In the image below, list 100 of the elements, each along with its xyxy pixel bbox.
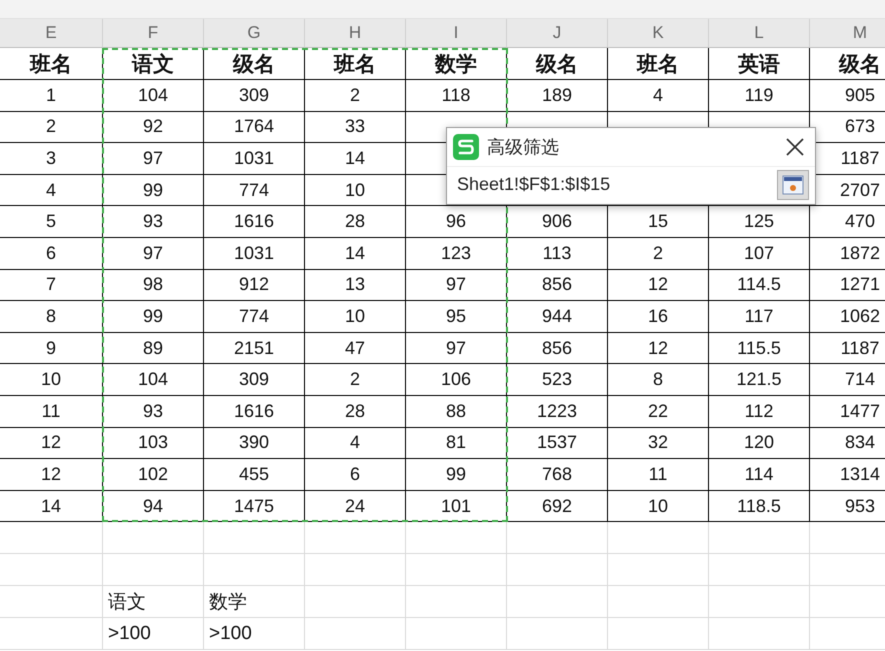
table-cell: 10 xyxy=(0,364,103,396)
table-cell: 470 xyxy=(810,206,885,238)
table-cell: 102 xyxy=(103,459,204,491)
table-cell: 1 xyxy=(0,80,103,112)
table-cell: 1031 xyxy=(204,143,305,175)
table-cell: 12 xyxy=(0,428,103,460)
table-cell: 944 xyxy=(507,301,608,333)
table-cell: 103 xyxy=(103,428,204,460)
table-cell: 89 xyxy=(103,332,204,364)
table-cell: 774 xyxy=(204,174,305,206)
table-cell: 11 xyxy=(0,396,103,428)
table-cell: 692 xyxy=(507,490,608,522)
column-header[interactable]: L xyxy=(709,19,810,48)
header-cell: 英语 xyxy=(709,48,810,80)
table-cell: 7 xyxy=(0,270,103,302)
table-cell: 22 xyxy=(608,396,709,428)
table-cell: 455 xyxy=(204,459,305,491)
range-picker-button[interactable] xyxy=(777,170,809,200)
app-logo-icon xyxy=(453,134,479,160)
header-cell: 级名 xyxy=(507,48,608,80)
header-cell: 班名 xyxy=(305,48,406,80)
table-cell: 1477 xyxy=(810,396,885,428)
header-cell: 级名 xyxy=(810,48,885,80)
table-cell: 2 xyxy=(608,238,709,270)
table-cell: 123 xyxy=(406,238,507,270)
table-cell: 12 xyxy=(608,270,709,302)
table-cell: 1187 xyxy=(810,332,885,364)
column-header[interactable]: I xyxy=(406,19,507,48)
table-cell: 81 xyxy=(406,428,507,460)
column-header[interactable]: K xyxy=(608,19,709,48)
column-header[interactable]: H xyxy=(305,19,406,48)
table-cell: 15 xyxy=(608,206,709,238)
table-cell: 1314 xyxy=(810,459,885,491)
table-cell: 3 xyxy=(0,143,103,175)
table-cell: 118 xyxy=(406,80,507,112)
table-cell: 2 xyxy=(0,112,103,144)
table-cell: 117 xyxy=(709,301,810,333)
table-cell: 99 xyxy=(406,459,507,491)
table-cell: 8 xyxy=(0,301,103,333)
table-cell: 101 xyxy=(406,490,507,522)
table-cell: 714 xyxy=(810,364,885,396)
table-cell: 10 xyxy=(305,174,406,206)
table-cell: 5 xyxy=(0,206,103,238)
table-cell: 1223 xyxy=(507,396,608,428)
table-cell: 309 xyxy=(204,80,305,112)
table-cell: 28 xyxy=(305,206,406,238)
range-field[interactable]: Sheet1!$F$1:$I$15 xyxy=(451,174,777,195)
table-cell: 10 xyxy=(608,490,709,522)
table-cell: 390 xyxy=(204,428,305,460)
column-header[interactable]: G xyxy=(204,19,305,48)
table-cell: 97 xyxy=(406,332,507,364)
header-cell: 班名 xyxy=(0,48,103,80)
table-cell: 14 xyxy=(0,490,103,522)
table-cell: 97 xyxy=(406,270,507,302)
table-cell: 95 xyxy=(406,301,507,333)
table-cell: 13 xyxy=(305,270,406,302)
table-cell: 309 xyxy=(204,364,305,396)
table-cell: 1062 xyxy=(810,301,885,333)
table-cell: 96 xyxy=(406,206,507,238)
table-cell: 906 xyxy=(507,206,608,238)
table-cell: >100 xyxy=(204,618,305,650)
table-cell: 12 xyxy=(608,332,709,364)
table-cell: 33 xyxy=(305,112,406,144)
table-cell: 47 xyxy=(305,332,406,364)
table-cell: 88 xyxy=(406,396,507,428)
table-cell: 97 xyxy=(103,238,204,270)
table-cell: 114.5 xyxy=(709,270,810,302)
header-cell: 数学 xyxy=(406,48,507,80)
table-cell: 106 xyxy=(406,364,507,396)
table-cell: 119 xyxy=(709,80,810,112)
table-cell: 1031 xyxy=(204,238,305,270)
table-cell: 28 xyxy=(305,396,406,428)
table-cell: 4 xyxy=(608,80,709,112)
table-cell: 107 xyxy=(709,238,810,270)
table-cell: 115.5 xyxy=(709,332,810,364)
table-cell: 2 xyxy=(305,364,406,396)
table-cell: 1616 xyxy=(204,396,305,428)
header-cell: 班名 xyxy=(608,48,709,80)
table-cell: 14 xyxy=(305,143,406,175)
header-cell: 语文 xyxy=(103,48,204,80)
table-cell: 523 xyxy=(507,364,608,396)
table-cell: >100 xyxy=(103,618,204,650)
table-cell: 93 xyxy=(103,206,204,238)
table-cell: 121.5 xyxy=(709,364,810,396)
column-header[interactable]: M xyxy=(810,19,885,48)
table-cell: 语文 xyxy=(103,586,204,618)
table-cell: 1616 xyxy=(204,206,305,238)
column-header[interactable]: J xyxy=(507,19,608,48)
table-cell: 104 xyxy=(103,80,204,112)
table-cell: 97 xyxy=(103,143,204,175)
table-cell: 92 xyxy=(103,112,204,144)
table-cell: 1537 xyxy=(507,428,608,460)
table-cell: 125 xyxy=(709,206,810,238)
column-header[interactable]: E xyxy=(0,19,103,48)
table-cell: 120 xyxy=(709,428,810,460)
table-cell: 112 xyxy=(709,396,810,428)
column-header[interactable]: F xyxy=(103,19,204,48)
table-cell: 2 xyxy=(305,80,406,112)
table-cell: 1271 xyxy=(810,270,885,302)
table-cell: 8 xyxy=(608,364,709,396)
